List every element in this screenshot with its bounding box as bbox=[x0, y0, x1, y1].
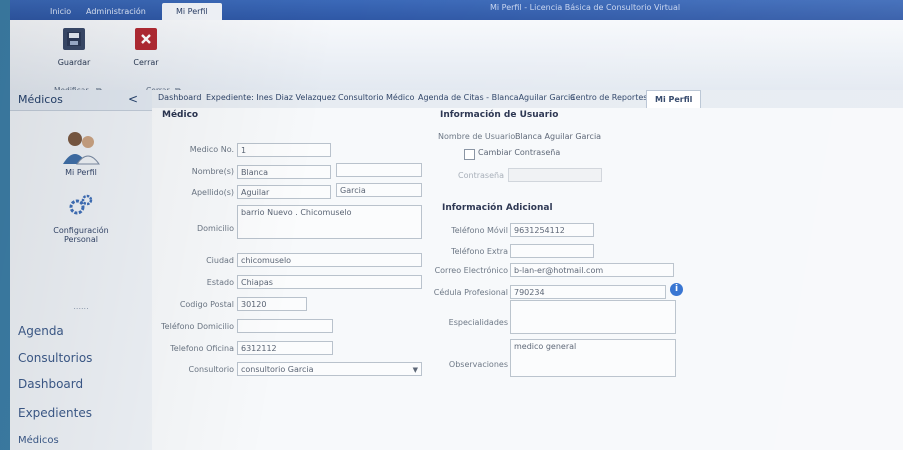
apellidos-label: Apellido(s) bbox=[191, 188, 234, 197]
cp-field[interactable]: 30120 bbox=[237, 297, 307, 311]
ribbon-tab-inicio[interactable]: Inicio bbox=[50, 3, 71, 20]
medico-no-field[interactable]: 1 bbox=[237, 143, 331, 157]
ciudad-label: Ciudad bbox=[206, 256, 234, 265]
domicilio-label: Domicilio bbox=[196, 224, 234, 233]
app-window: Inicio Administración Mi Perfil Mi Perfi… bbox=[10, 0, 903, 450]
nombre2-field[interactable] bbox=[336, 163, 422, 177]
nav-item-medicos[interactable]: Médicos bbox=[10, 428, 160, 450]
ciudad-field[interactable]: chicomuselo bbox=[237, 253, 422, 267]
ribbon: Guardar Cerrar Modificar ⧉ Cerrar ⧉ bbox=[10, 20, 903, 95]
contrasena-field[interactable] bbox=[508, 168, 602, 182]
gears-icon bbox=[69, 194, 93, 215]
sidebar-item-configuracion[interactable]: Configuración Personal bbox=[10, 194, 152, 244]
correo-field[interactable]: b-lan-er@hotmail.com bbox=[510, 263, 674, 277]
section-usuario-title: Información de Usuario bbox=[440, 110, 559, 120]
tel-domicilio-label: Teléfono Domicilio bbox=[161, 322, 234, 331]
document-tabs: Dashboard Expediente: Ines Diaz Velazque… bbox=[152, 90, 903, 109]
especialidades-field[interactable] bbox=[510, 300, 676, 334]
info-icon[interactable]: i bbox=[670, 283, 683, 296]
sidebar-item-label: Mi Perfil bbox=[65, 168, 97, 177]
cedula-field[interactable]: 790234 bbox=[510, 285, 666, 299]
consultorio-select[interactable]: consultorio Garcia ▼ bbox=[237, 362, 422, 376]
nav-item-consultorios[interactable]: Consultorios bbox=[10, 345, 160, 371]
section-adicional-title: Información Adicional bbox=[442, 203, 553, 213]
nav-item-agenda[interactable]: Agenda bbox=[10, 318, 160, 344]
ribbon-tab-mi-perfil[interactable]: Mi Perfil bbox=[162, 3, 222, 20]
doctors-icon bbox=[63, 132, 100, 165]
chevron-down-icon[interactable]: ▼ bbox=[413, 363, 418, 375]
sidebar-separator: ...... bbox=[73, 302, 89, 311]
save-icon bbox=[63, 28, 85, 50]
tel-oficina-label: Telefono Oficina bbox=[170, 344, 234, 353]
nombres-label: Nombre(s) bbox=[191, 167, 234, 176]
consultorio-value: consultorio Garcia bbox=[241, 365, 314, 374]
cedula-label: Cédula Profesional bbox=[433, 288, 508, 297]
sidebar: Médicos < Mi Perfil Configuración Person… bbox=[10, 90, 153, 450]
correo-label: Correo Electrónico bbox=[434, 266, 508, 275]
extra-field[interactable] bbox=[510, 244, 594, 258]
movil-label: Teléfono Móvil bbox=[451, 226, 508, 235]
contrasena-label: Contraseña bbox=[458, 171, 504, 180]
domicilio-field[interactable]: barrio Nuevo . Chicomuselo bbox=[237, 205, 422, 239]
sidebar-item-label: Personal bbox=[63, 235, 98, 244]
apellido1-field[interactable]: Aguilar bbox=[237, 185, 331, 199]
save-label: Guardar bbox=[57, 58, 91, 67]
sidebar-header: Médicos < bbox=[10, 90, 152, 111]
nombre-field[interactable]: Blanca bbox=[237, 165, 331, 179]
doc-tab-agenda[interactable]: Agenda de Citas - BlancaAguilar Garcia bbox=[418, 93, 575, 102]
doc-tab-consultorio-medico[interactable]: Consultorio Médico bbox=[338, 93, 414, 102]
ribbon-tab-administracion[interactable]: Administración bbox=[86, 3, 146, 20]
doc-tab-reportes[interactable]: Centro de Reportes bbox=[570, 93, 647, 102]
doc-tab-dashboard[interactable]: Dashboard bbox=[158, 93, 201, 102]
apellido2-field[interactable]: Garcia bbox=[336, 183, 422, 197]
doc-tab-expediente[interactable]: Expediente: Ines Diaz Velazquez bbox=[206, 93, 336, 102]
sidebar-item-mi-perfil[interactable]: Mi Perfil bbox=[10, 130, 152, 177]
profile-form: Médico Medico No. 1 Nombre(s) Blanca Ape… bbox=[152, 108, 903, 450]
medico-no-label: Medico No. bbox=[189, 145, 234, 154]
estado-label: Estado bbox=[206, 278, 234, 287]
chevron-left-icon[interactable]: < bbox=[128, 92, 138, 106]
nav-item-dashboard[interactable]: Dashboard bbox=[10, 371, 160, 397]
cp-label: Codigo Postal bbox=[179, 300, 234, 309]
section-medico-title: Médico bbox=[162, 110, 199, 120]
close-icon bbox=[135, 28, 157, 50]
close-button[interactable]: Cerrar bbox=[126, 28, 166, 67]
cambiar-contrasena-checkbox[interactable] bbox=[464, 149, 475, 160]
window-title: Mi Perfil - Licencia Básica de Consultor… bbox=[490, 3, 681, 12]
sidebar-item-label: Configuración bbox=[53, 226, 109, 235]
tel-oficina-field[interactable]: 6312112 bbox=[237, 341, 333, 355]
close-label: Cerrar bbox=[133, 58, 159, 67]
nombre-usuario-value: Blanca Aguilar Garcia bbox=[515, 132, 602, 141]
title-bar: Inicio Administración Mi Perfil Mi Perfi… bbox=[10, 0, 903, 20]
especialidades-label: Especialidades bbox=[448, 318, 508, 327]
doc-tab-mi-perfil[interactable]: Mi Perfil bbox=[646, 90, 702, 109]
estado-field[interactable]: Chiapas bbox=[237, 275, 422, 289]
movil-field[interactable]: 9631254112 bbox=[510, 223, 594, 237]
observaciones-field[interactable]: medico general bbox=[510, 339, 676, 377]
sidebar-title: Médicos bbox=[18, 93, 63, 106]
nav-item-expedientes[interactable]: Expedientes bbox=[10, 400, 160, 426]
cambiar-contrasena-label: Cambiar Contraseña bbox=[478, 148, 561, 157]
extra-label: Teléfono Extra bbox=[451, 247, 508, 256]
observaciones-label: Observaciones bbox=[448, 360, 508, 369]
consultorio-label: Consultorio bbox=[188, 365, 234, 374]
tel-domicilio-field[interactable] bbox=[237, 319, 333, 333]
nombre-usuario-label: Nombre de Usuario bbox=[438, 132, 516, 141]
save-button[interactable]: Guardar bbox=[54, 28, 94, 67]
